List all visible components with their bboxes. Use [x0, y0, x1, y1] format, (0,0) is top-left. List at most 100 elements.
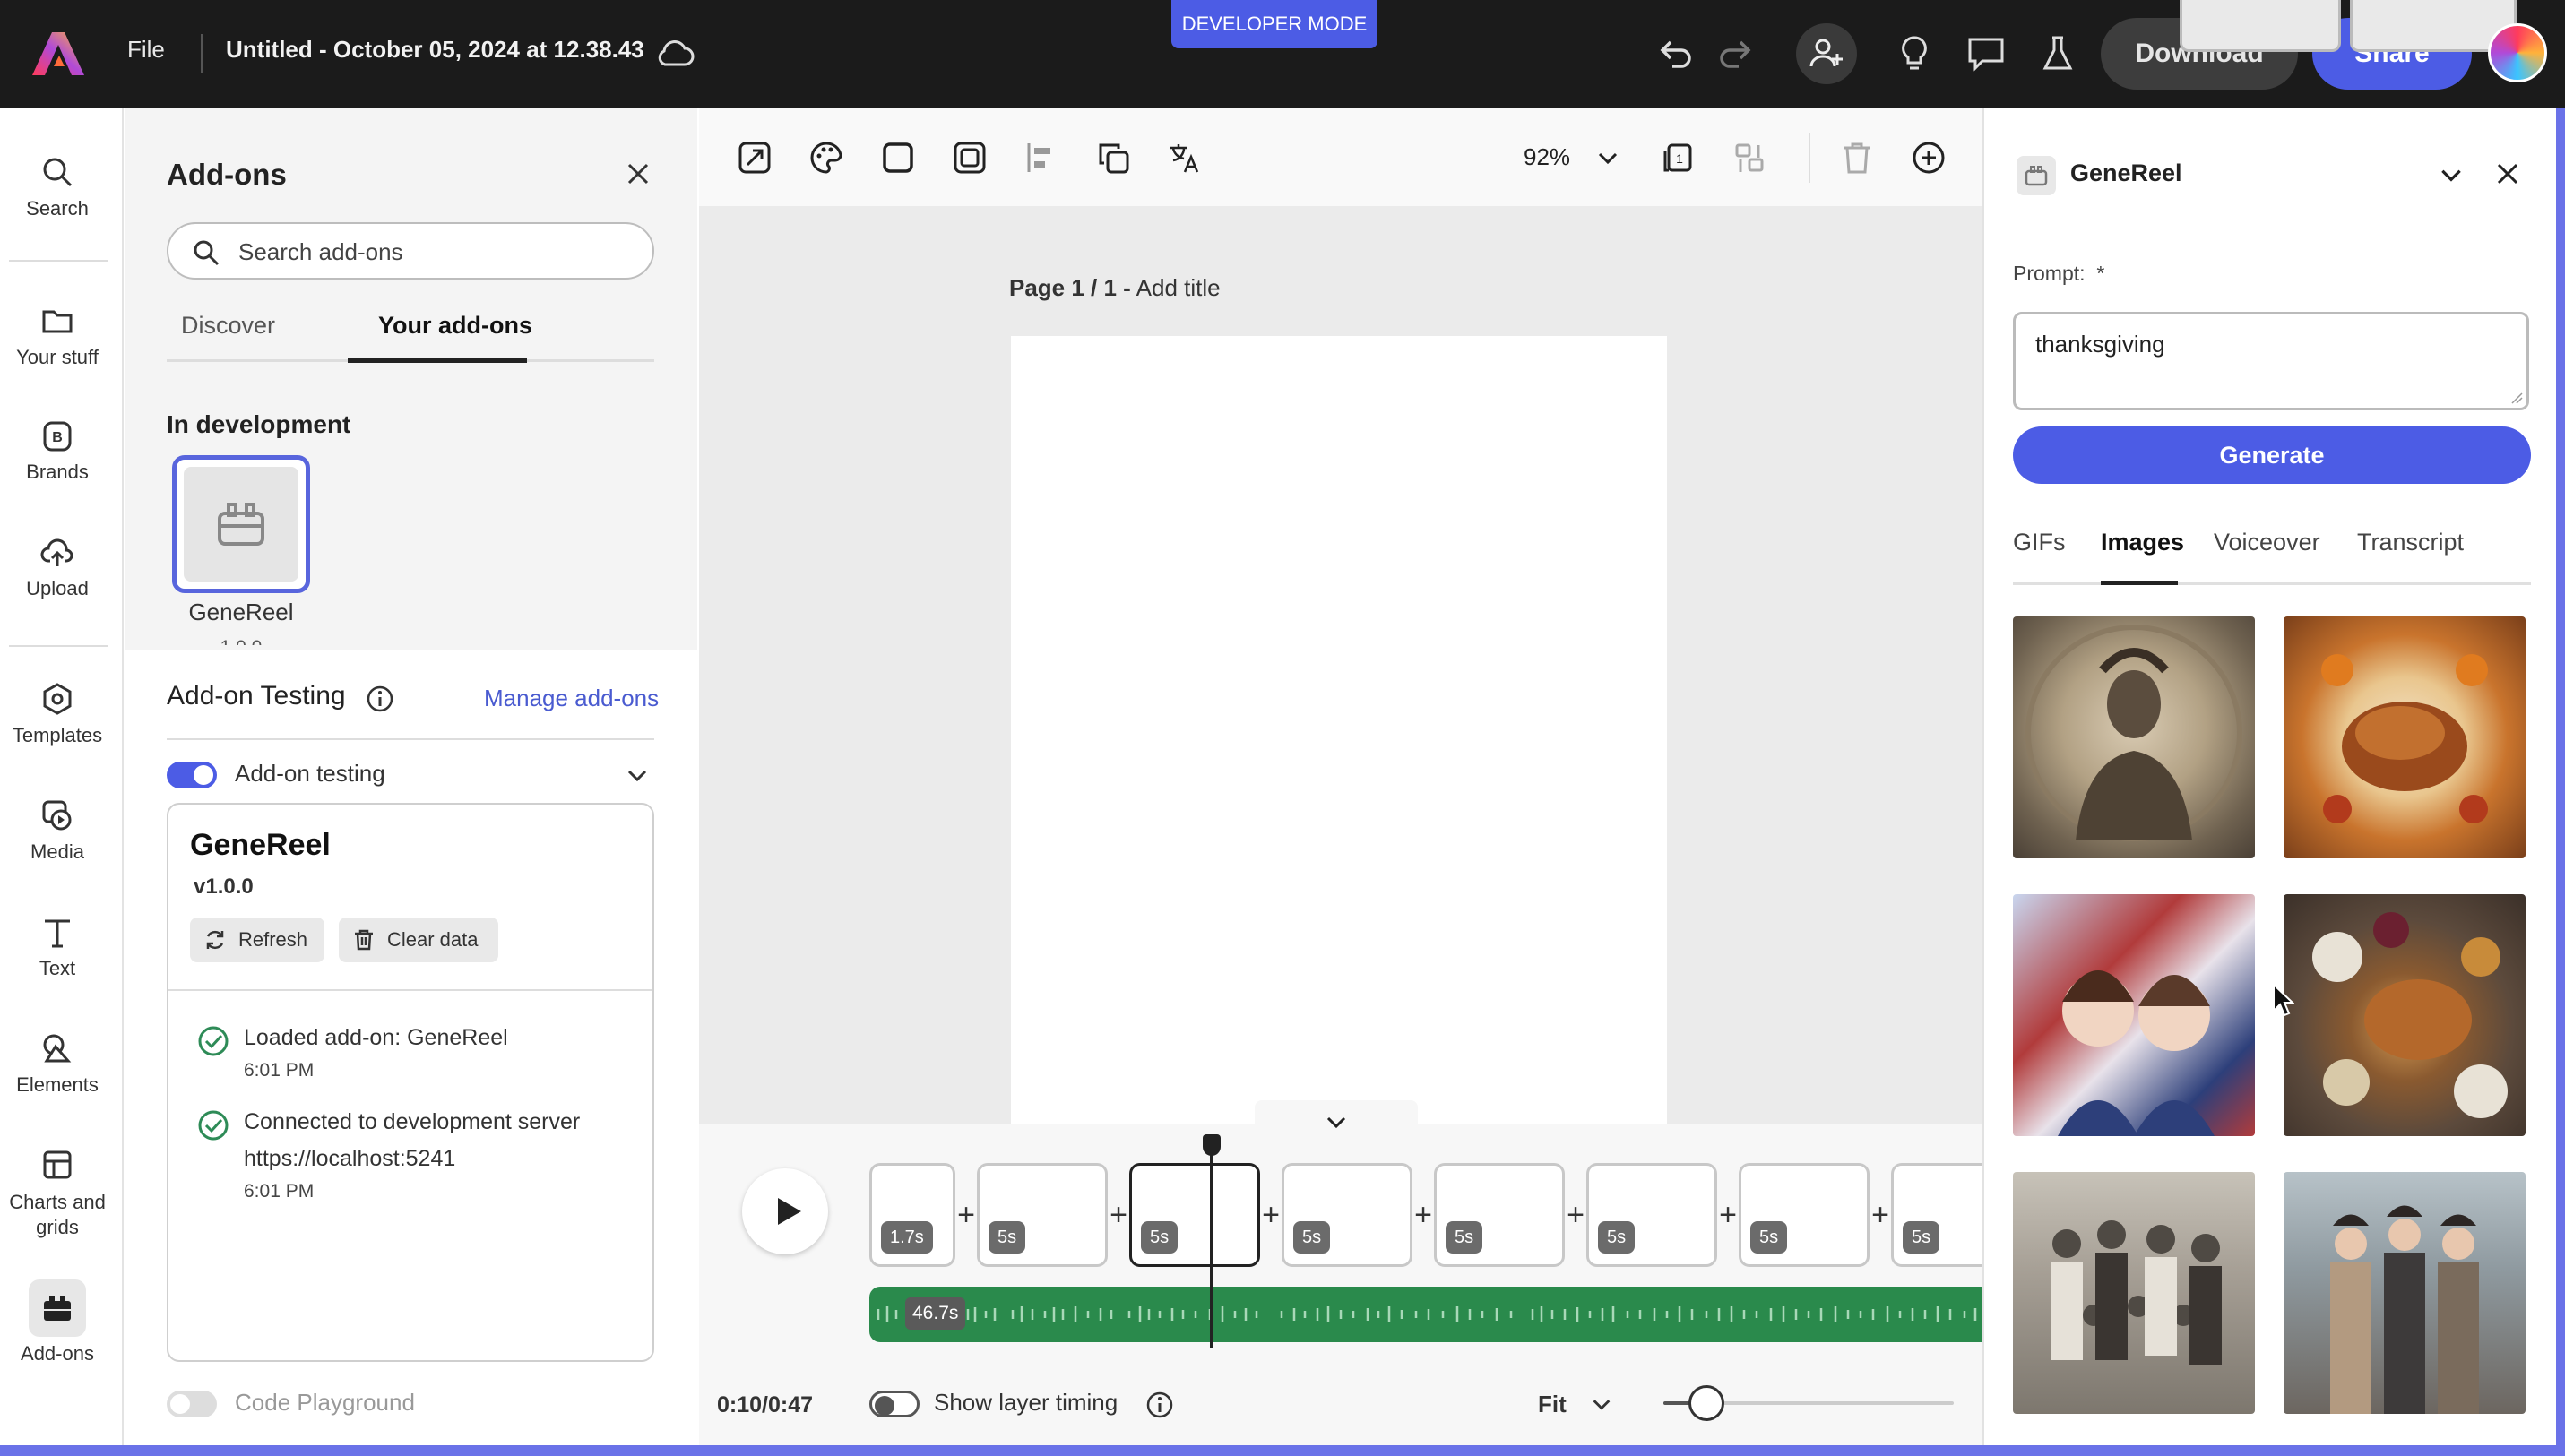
adobe-express-logo-icon[interactable] [32, 30, 84, 77]
delete-page-icon[interactable] [1839, 140, 1875, 176]
timeline-clip[interactable]: 5s [1891, 1163, 1982, 1267]
addon-testing-toggle[interactable] [167, 762, 217, 788]
rail-text[interactable]: Text [0, 914, 115, 980]
rail-templates[interactable]: Templates [0, 681, 115, 747]
audio-waveform-icon [877, 1305, 1977, 1324]
page-label: Page 1 / 1 - Add title [1009, 274, 1221, 302]
canvas-page[interactable] [1011, 336, 1667, 1124]
collapse-timeline-button[interactable] [1255, 1100, 1418, 1140]
search-addons-input[interactable]: Search add-ons [167, 222, 654, 280]
tab-gifs[interactable]: GIFs [2013, 529, 2066, 556]
friends-group-icon [2330, 1205, 2479, 1414]
rail-media[interactable]: Media [0, 797, 115, 864]
testing-heading: Add-on Testing [167, 681, 346, 711]
audio-track[interactable]: 46.7s [869, 1287, 1982, 1342]
fit-select[interactable]: Fit [1538, 1391, 1567, 1418]
chevron-down-icon[interactable] [2438, 161, 2465, 188]
comment-icon[interactable] [1965, 32, 2008, 75]
tab-images[interactable]: Images [2101, 529, 2184, 556]
timeline-clip[interactable]: 5s [977, 1163, 1108, 1267]
check-circle-icon [198, 1026, 229, 1056]
log-entry: Connected to development server https://… [197, 1109, 580, 1202]
close-icon[interactable] [624, 159, 652, 188]
page-settings-icon[interactable] [1732, 140, 1767, 176]
trash-icon [355, 929, 373, 951]
info-icon[interactable] [366, 685, 394, 713]
chevron-down-icon[interactable] [1590, 1392, 1613, 1416]
manage-addons-link[interactable]: Manage add-ons [484, 685, 659, 712]
divider [1809, 133, 1810, 183]
rail-search[interactable]: Search [0, 154, 115, 220]
rail-your-stuff[interactable]: Your stuff [0, 303, 115, 369]
chevron-down-icon[interactable] [624, 762, 651, 788]
user-avatar[interactable] [2488, 23, 2547, 82]
code-playground-toggle[interactable] [167, 1391, 217, 1417]
roast-turkey-illustration-image[interactable] [2284, 616, 2526, 858]
anime-patriotic-characters-image[interactable] [2013, 894, 2255, 1136]
timeline-clip[interactable]: 5s [1739, 1163, 1870, 1267]
tab-voiceover[interactable]: Voiceover [2214, 529, 2320, 556]
timeline-clip[interactable]: 5s [1282, 1163, 1412, 1267]
rail-charts-grids[interactable]: Charts and grids [0, 1147, 115, 1240]
prompt-label: Prompt: * [2013, 262, 2104, 286]
frame-icon[interactable] [952, 140, 988, 176]
group-of-friends-image[interactable] [2284, 1172, 2526, 1414]
rail-addons[interactable]: Add-ons [0, 1290, 115, 1366]
rail-brands[interactable]: B Brands [0, 418, 115, 484]
playhead[interactable] [1210, 1138, 1213, 1348]
beaker-icon[interactable] [2036, 32, 2079, 75]
chevron-down-icon[interactable] [1595, 145, 1620, 170]
elements-icon [43, 1034, 72, 1063]
addon-card-name: GeneReel [188, 599, 294, 625]
add-page-icon[interactable] [1911, 140, 1947, 176]
tab-your-addons[interactable]: Your add-ons [378, 312, 532, 340]
clear-data-label: Clear data [387, 928, 479, 951]
log-url: https://localhost:5241 [244, 1146, 456, 1171]
page-title-input[interactable]: Add title [1136, 274, 1221, 301]
show-layer-timing-toggle[interactable] [869, 1391, 920, 1417]
file-menu[interactable]: File [127, 36, 165, 64]
thanksgiving-dinner-table-image[interactable] [2284, 894, 2526, 1136]
refresh-button[interactable]: Refresh [190, 918, 324, 962]
prompt-textarea[interactable]: thanksgiving [2013, 312, 2529, 410]
dev-addon-card: GeneReel v1.0.0 Refresh Clear data Loade… [167, 803, 654, 1362]
rail-label: Your stuff [16, 346, 99, 368]
page-duplicate-icon[interactable]: 1 [1660, 140, 1696, 176]
clear-data-button[interactable]: Clear data [339, 918, 498, 962]
invite-button[interactable] [1796, 23, 1857, 84]
portrait-figure-icon [2025, 625, 2242, 841]
resize-icon[interactable] [737, 140, 773, 176]
sepia-portrait-image[interactable] [2013, 616, 2255, 858]
resize-handle-icon[interactable] [2509, 390, 2523, 404]
rail-upload[interactable]: Upload [0, 534, 115, 600]
play-button[interactable] [742, 1168, 828, 1254]
vintage-family-photo-image[interactable] [2013, 1172, 2255, 1414]
shape-square-icon[interactable] [880, 140, 916, 176]
divider [201, 34, 203, 73]
zoom-level[interactable]: 92% [1524, 143, 1570, 171]
rail-elements[interactable]: Elements [0, 1030, 115, 1097]
document-title[interactable]: Untitled - October 05, 2024 at 12.38.43 [226, 36, 644, 64]
cloud-sync-icon[interactable] [652, 32, 695, 75]
timeline-clip[interactable]: 5s [1434, 1163, 1565, 1267]
dev-addon-name: GeneReel [190, 828, 331, 862]
info-icon[interactable] [1145, 1391, 1174, 1419]
tab-transcript[interactable]: Transcript [2357, 529, 2464, 556]
addons-tabs: Discover Your add-ons [167, 312, 654, 363]
log-time: 6:01 PM [244, 1060, 315, 1081]
palette-icon[interactable] [808, 140, 844, 176]
layers-icon[interactable] [1095, 140, 1131, 176]
playhead-handle[interactable] [1203, 1134, 1221, 1156]
undo-icon[interactable] [1653, 32, 1696, 75]
redo-icon[interactable] [1715, 32, 1758, 75]
translate-icon[interactable] [1167, 140, 1203, 176]
addon-card-genereel[interactable] [172, 455, 310, 593]
timeline-clip[interactable]: 5s [1586, 1163, 1717, 1267]
timeline-clip-selected[interactable]: 5s [1129, 1163, 1260, 1267]
tab-discover[interactable]: Discover [181, 312, 275, 340]
generate-button[interactable]: Generate [2013, 426, 2531, 484]
align-icon[interactable] [1023, 140, 1059, 176]
close-icon[interactable] [2493, 159, 2522, 188]
timeline-clip[interactable]: 1.7s [869, 1163, 955, 1267]
lightbulb-icon[interactable] [1893, 32, 1936, 75]
